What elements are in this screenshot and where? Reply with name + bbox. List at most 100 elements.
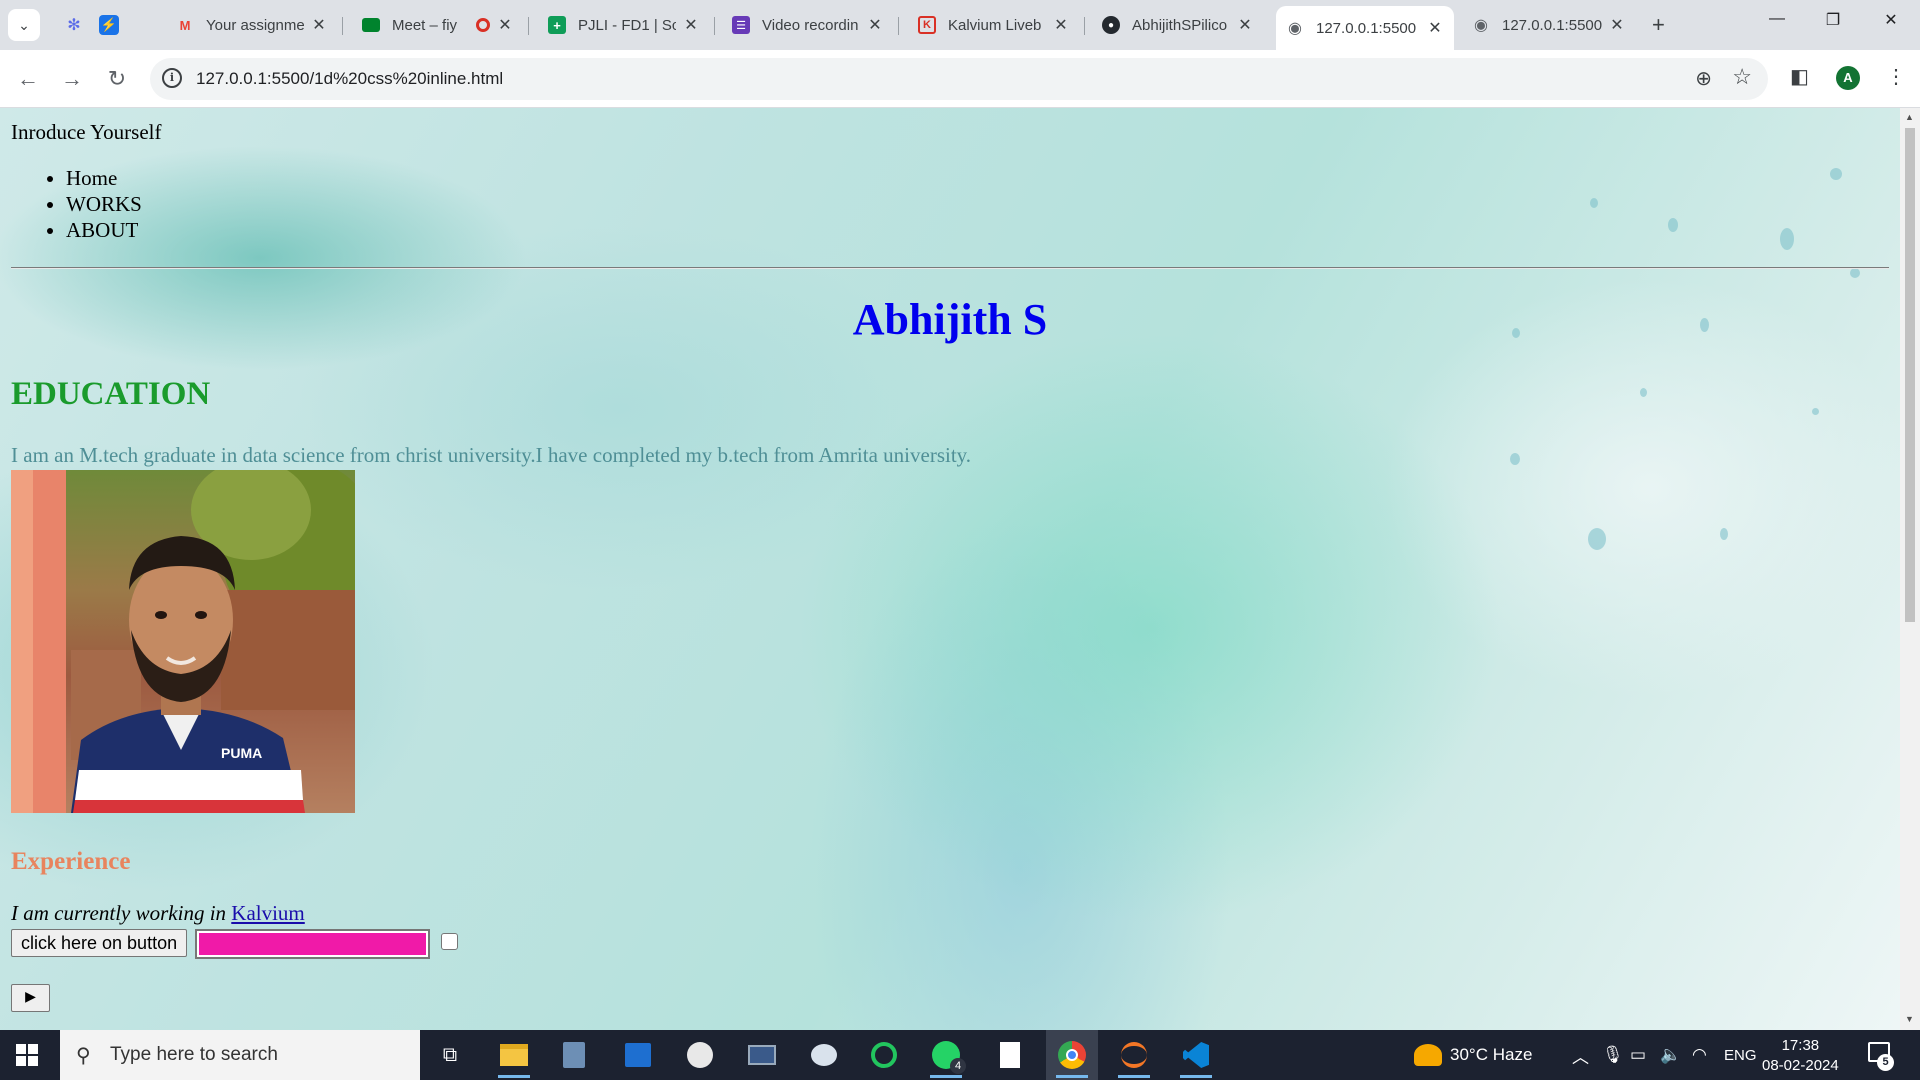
search-placeholder[interactable]: Type here to search — [110, 1044, 278, 1066]
taskbar-notepad[interactable] — [984, 1030, 1036, 1080]
side-panel-button[interactable]: ◧ — [1790, 64, 1809, 89]
menu-button[interactable]: ⋮ — [1886, 64, 1906, 89]
tab-meet[interactable]: Meet – fiy ✕ — [352, 8, 524, 42]
taskbar-clock-app[interactable] — [674, 1030, 726, 1080]
taskbar-jupyter[interactable] — [1108, 1030, 1160, 1080]
scroll-up-icon[interactable]: ▲ — [1905, 112, 1914, 122]
paint-icon — [811, 1044, 837, 1066]
sync-icon — [871, 1042, 897, 1068]
pinned-tab-extension[interactable]: ⚡ — [96, 12, 122, 38]
bookmark-star-icon[interactable]: ☆ — [1732, 64, 1752, 90]
monitor-icon — [748, 1045, 776, 1065]
close-icon[interactable]: ✕ — [866, 15, 884, 35]
tray-battery[interactable]: ▭ — [1630, 1030, 1646, 1080]
close-icon[interactable]: ✕ — [1608, 15, 1626, 35]
nav-item-works[interactable]: WORKS — [66, 191, 142, 217]
tray-microphone[interactable]: 🎙 — [1602, 1030, 1624, 1080]
tray-network[interactable]: ◠ — [1692, 1030, 1707, 1080]
photo-shirt-logo: PUMA — [221, 745, 262, 761]
tab-localhost[interactable]: ◉ 127.0.0.1:5500 ✕ — [1462, 8, 1636, 42]
start-button[interactable] — [16, 1044, 38, 1066]
minimize-icon: — — [1769, 10, 1785, 27]
close-icon[interactable]: ✕ — [310, 15, 328, 35]
close-icon[interactable]: ✕ — [1236, 15, 1254, 35]
tab-title: AbhijithSPilico — [1132, 16, 1228, 34]
new-tab-button[interactable]: + — [1652, 12, 1665, 38]
tray-language[interactable]: ENG — [1724, 1030, 1757, 1080]
folder-icon — [500, 1044, 528, 1066]
background-spatter — [1640, 388, 1647, 397]
windows-logo-icon — [16, 1044, 26, 1054]
scroll-down-icon[interactable]: ▼ — [1905, 1014, 1914, 1024]
close-icon[interactable]: ✕ — [1426, 18, 1444, 38]
weather-widget[interactable]: 30°C Haze — [1414, 1030, 1532, 1080]
tab-sheets[interactable]: + PJLI - FD1 | Sc ✕ — [538, 8, 710, 42]
tab-divider — [528, 17, 529, 35]
close-icon[interactable]: ✕ — [682, 15, 700, 35]
site-info-icon[interactable]: i — [162, 68, 182, 88]
lightning-icon: ⚡ — [99, 15, 119, 35]
background-spatter — [1590, 198, 1598, 208]
education-text: I am an M.tech graduate in data science … — [11, 443, 972, 467]
taskbar-search[interactable]: ⚲ Type here to search — [60, 1030, 420, 1080]
taskbar-refresh-app[interactable] — [858, 1030, 910, 1080]
tab-video-recording[interactable]: ☰ Video recordin ✕ — [722, 8, 894, 42]
nav-item-home[interactable]: Home — [66, 165, 142, 191]
tab-search-button[interactable]: ⌄ — [8, 9, 40, 41]
zoom-icon[interactable]: ⊕ — [1695, 66, 1712, 91]
sheets-icon: + — [548, 16, 566, 34]
taskbar-calculator[interactable] — [548, 1030, 600, 1080]
tab-title: PJLI - FD1 | Sc — [578, 16, 676, 34]
restore-icon: ❐ — [1825, 12, 1841, 29]
checkbox[interactable] — [441, 933, 458, 950]
taskbar-vscode[interactable] — [1170, 1030, 1222, 1080]
document-icon — [1000, 1042, 1020, 1068]
tab-kalvium[interactable]: K Kalvium Liveb ✕ — [908, 8, 1080, 42]
tab-gmail[interactable]: M Your assignme ✕ — [166, 8, 338, 42]
minimize-button[interactable]: — — [1762, 10, 1792, 28]
page-title: Abhijith S — [852, 295, 1048, 344]
play-button[interactable]: ▶ — [11, 984, 50, 1012]
color-picker-input[interactable] — [195, 929, 430, 959]
profile-photo: PUMA — [11, 470, 355, 813]
task-view-button[interactable]: ⧉ — [424, 1030, 476, 1080]
kalvium-link[interactable]: Kalvium — [231, 901, 305, 925]
nav-item-about[interactable]: ABOUT — [66, 217, 142, 243]
page-scrollbar[interactable]: ▲ ▼ — [1900, 108, 1920, 1030]
taskbar-chrome[interactable] — [1046, 1030, 1098, 1080]
vscode-icon — [1183, 1042, 1209, 1068]
education-heading: EDUCATION — [11, 376, 211, 412]
scrollbar-thumb[interactable] — [1905, 128, 1915, 622]
whatsapp-badge: 4 — [950, 1058, 966, 1074]
tab-title: Your assignme — [206, 16, 304, 34]
arrow-right-icon: → — [61, 66, 83, 91]
profile-avatar[interactable]: A — [1836, 66, 1860, 90]
background-spatter — [1668, 218, 1678, 232]
back-button[interactable]: ← — [14, 66, 42, 92]
url-text[interactable]: 127.0.0.1:5500/1d%20css%20inline.html — [196, 69, 503, 89]
pinned-tab-settings[interactable]: ✻ — [61, 12, 87, 38]
taskbar-whatsapp[interactable]: 4 — [920, 1030, 972, 1080]
taskbar-file-explorer[interactable] — [488, 1030, 540, 1080]
close-icon[interactable]: ✕ — [1052, 15, 1070, 35]
close-icon[interactable]: ✕ — [496, 15, 514, 35]
taskbar-app-monitor[interactable] — [736, 1030, 788, 1080]
tab-divider — [1084, 17, 1085, 35]
tray-chevron[interactable]: ︿ — [1572, 1030, 1589, 1080]
reload-button[interactable]: ↻ — [103, 66, 131, 92]
close-window-button[interactable]: ✕ — [1876, 10, 1906, 30]
taskbar-calendar[interactable] — [612, 1030, 664, 1080]
tray-volume[interactable]: 🔈 — [1660, 1030, 1681, 1080]
address-bar[interactable]: i 127.0.0.1:5500/1d%20css%20inline.html … — [150, 58, 1768, 100]
click-here-button[interactable]: click here on button — [11, 929, 188, 957]
tab-title: Kalvium Liveb — [948, 16, 1042, 34]
restore-button[interactable]: ❐ — [1818, 10, 1848, 30]
tab-divider — [714, 17, 715, 35]
forward-button[interactable]: → — [58, 66, 86, 92]
tab-localhost-active[interactable]: ◉ 127.0.0.1:5500 ✕ — [1276, 6, 1454, 50]
taskbar-clock[interactable]: 17:38 08-02-2024 — [1762, 1036, 1839, 1076]
tab-github[interactable]: ● AbhijithSPilico ✕ — [1092, 8, 1264, 42]
taskbar-paint[interactable] — [798, 1030, 850, 1080]
task-view-icon: ⧉ — [442, 1043, 458, 1066]
kalvium-icon: K — [918, 16, 936, 34]
